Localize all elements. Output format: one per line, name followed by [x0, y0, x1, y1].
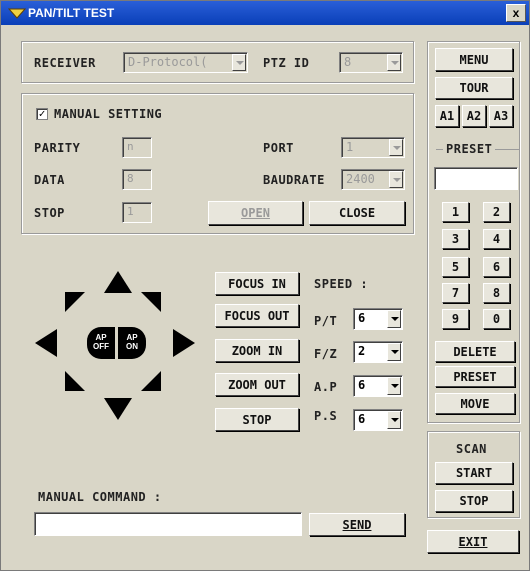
focus-in-button[interactable]: FOCUS IN [215, 272, 299, 295]
pt-speed-select[interactable]: 6 [353, 308, 403, 330]
port-select[interactable]: 1 [341, 137, 405, 158]
a3-button[interactable]: A3 [489, 105, 513, 127]
arrow-down-right-icon[interactable] [141, 371, 161, 391]
ptz-id-value: 8 [344, 55, 352, 69]
baudrate-label: BAUDRATE [263, 173, 325, 187]
title-bar: PAN/TILT TEST x [1, 1, 529, 25]
send-button[interactable]: SEND [309, 513, 405, 536]
close-button[interactable]: x [506, 4, 526, 22]
arrow-up-right-icon[interactable] [141, 292, 161, 312]
key-5-button[interactable]: 5 [442, 257, 469, 277]
key-7-button[interactable]: 7 [442, 283, 469, 303]
key-4-button[interactable]: 4 [483, 229, 510, 249]
baudrate-select[interactable]: 2400 [341, 169, 405, 190]
pt-label: P/T [314, 314, 338, 328]
close-port-button[interactable]: CLOSE [309, 201, 405, 225]
scan-stop-button[interactable]: STOP [435, 490, 513, 512]
ap-on-line2: ON [126, 342, 138, 351]
arrow-right-icon[interactable] [173, 329, 195, 357]
ap-on-button[interactable]: AP ON [118, 327, 146, 359]
ptz-id-label: PTZ ID [263, 56, 310, 70]
port-label: PORT [263, 141, 294, 155]
key-2-button[interactable]: 2 [483, 202, 510, 222]
chevron-down-icon [387, 377, 401, 395]
ps-speed-select[interactable]: 6 [353, 409, 403, 431]
exit-button[interactable]: EXIT [427, 530, 519, 553]
key-0-button[interactable]: 0 [483, 309, 510, 329]
preset-title: PRESET [443, 142, 496, 156]
chevron-down-icon [387, 411, 401, 429]
window-title: PAN/TILT TEST [28, 6, 115, 20]
fz-label: F/Z [314, 347, 338, 361]
move-button[interactable]: MOVE [435, 393, 515, 414]
tour-button[interactable]: TOUR [435, 77, 513, 99]
ap-off-line2: OFF [93, 342, 109, 351]
manual-command-label: MANUAL COMMAND : [38, 490, 162, 504]
ap-speed-select[interactable]: 6 [353, 375, 403, 397]
arrow-up-left-icon[interactable] [65, 292, 85, 312]
key-3-button[interactable]: 3 [442, 229, 469, 249]
menu-button[interactable]: MENU [435, 48, 513, 71]
data-field[interactable]: 8 [122, 169, 152, 190]
speed-label: SPEED : [314, 277, 369, 291]
manual-setting-label: MANUAL SETTING [54, 107, 163, 121]
scan-label: SCAN [456, 442, 487, 456]
key-9-button[interactable]: 9 [442, 309, 469, 329]
baudrate-value: 2400 [346, 172, 375, 186]
fz-speed-value: 2 [358, 344, 366, 358]
receiver-select[interactable]: D-Protocol( [123, 52, 248, 73]
chevron-down-icon [387, 54, 401, 71]
ap-speed-label: A.P [314, 380, 338, 394]
data-label: DATA [34, 173, 65, 187]
open-button[interactable]: OPEN [208, 201, 303, 225]
parity-label: PARITY [34, 141, 81, 155]
focus-out-button[interactable]: FOCUS OUT [215, 304, 299, 327]
ap-speed-value: 6 [358, 378, 366, 392]
parity-field[interactable]: n [122, 137, 152, 158]
arrow-down-left-icon[interactable] [65, 371, 85, 391]
a1-button[interactable]: A1 [435, 105, 459, 127]
receiver-value: D-Protocol( [128, 55, 208, 69]
arrow-down-icon[interactable] [104, 398, 132, 420]
ptz-id-select[interactable]: 8 [339, 52, 403, 73]
arrow-left-icon[interactable] [35, 329, 57, 357]
key-1-button[interactable]: 1 [442, 202, 469, 222]
ps-speed-value: 6 [358, 412, 366, 426]
receiver-label: RECEIVER [34, 56, 96, 70]
app-icon [8, 8, 26, 19]
delete-button[interactable]: DELETE [435, 341, 515, 362]
pt-speed-value: 6 [358, 311, 366, 325]
preset-number-input[interactable] [434, 167, 518, 190]
chevron-down-icon [389, 139, 403, 156]
chevron-down-icon [389, 171, 403, 188]
zoom-out-button[interactable]: ZOOM OUT [215, 373, 299, 396]
ap-on-line1: AP [126, 333, 138, 342]
start-button[interactable]: START [435, 462, 513, 484]
manual-command-input[interactable] [34, 512, 302, 536]
stop-label: STOP [34, 206, 65, 220]
preset-button[interactable]: PRESET [435, 366, 515, 387]
key-6-button[interactable]: 6 [483, 257, 510, 277]
chevron-down-icon [387, 343, 401, 361]
stop-motion-button[interactable]: STOP [215, 408, 299, 431]
chevron-down-icon [232, 54, 246, 71]
pan-tilt-window: PAN/TILT TEST x RECEIVER D-Protocol( PTZ… [0, 0, 530, 571]
fz-speed-select[interactable]: 2 [353, 341, 403, 363]
chevron-down-icon [387, 310, 401, 328]
ap-off-button[interactable]: AP OFF [87, 327, 115, 359]
a2-button[interactable]: A2 [462, 105, 486, 127]
key-8-button[interactable]: 8 [483, 283, 510, 303]
zoom-in-button[interactable]: ZOOM IN [215, 339, 299, 362]
manual-setting-checkbox[interactable]: ✓ [36, 108, 48, 120]
arrow-up-icon[interactable] [104, 271, 132, 293]
ps-speed-label: P.S [314, 409, 338, 423]
ap-off-line1: AP [95, 333, 107, 342]
port-value: 1 [346, 140, 354, 154]
stop-field[interactable]: 1 [122, 202, 152, 223]
